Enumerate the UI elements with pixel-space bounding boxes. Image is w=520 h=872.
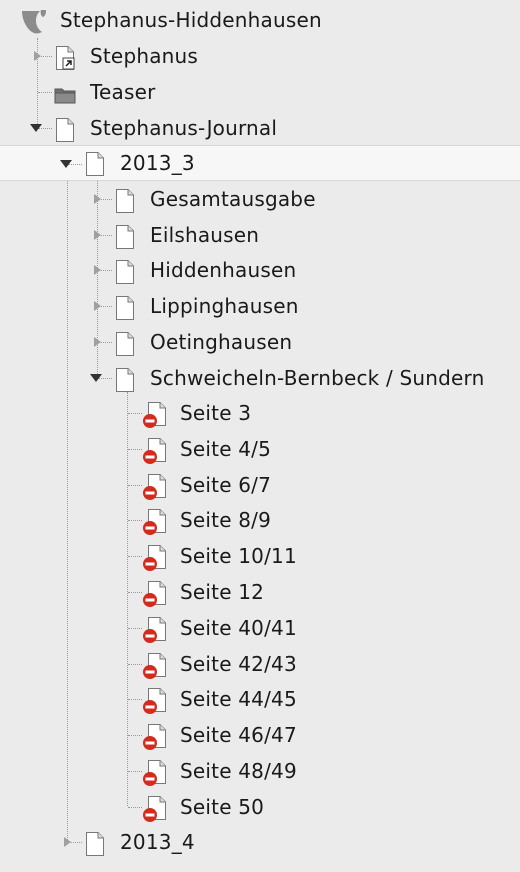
tree-node-label: Seite 8/9 <box>180 508 272 532</box>
page-icon <box>116 189 134 213</box>
page-icon <box>116 368 134 392</box>
page-hidden-icon <box>143 509 166 535</box>
page-icon <box>116 296 134 320</box>
expand-arrow-icon[interactable] <box>31 50 43 62</box>
tree-node-level4-4[interactable]: Seite 10/11 <box>0 538 520 574</box>
collapse-arrow-icon[interactable] <box>90 372 102 384</box>
page-hidden-icon <box>143 760 166 786</box>
tree-node-label: Stephanus <box>90 44 199 68</box>
tree-node-level4-11[interactable]: Seite 50 <box>0 789 520 825</box>
page-icon <box>116 260 134 284</box>
tree-node-2013-3[interactable]: 2013_3 <box>0 145 520 181</box>
tree-node-label: Lippinghausen <box>150 294 299 318</box>
tree-node-label: Seite 42/43 <box>180 652 297 676</box>
tree-node-label: Seite 10/11 <box>180 544 297 568</box>
tree-node-label: Seite 50 <box>180 795 265 819</box>
expand-arrow-icon[interactable] <box>91 193 103 205</box>
page-icon <box>86 832 104 856</box>
tree-node-level4-7[interactable]: Seite 42/43 <box>0 646 520 682</box>
page-hidden-icon <box>143 653 166 679</box>
typo3-logo-icon <box>22 10 46 34</box>
tree-node-level4-6[interactable]: Seite 40/41 <box>0 610 520 646</box>
tree-node-level4-8[interactable]: Seite 44/45 <box>0 681 520 717</box>
tree-node-2013-4[interactable]: 2013_4 <box>0 824 520 860</box>
tree-node-level4-10[interactable]: Seite 48/49 <box>0 753 520 789</box>
tree-node-label: Seite 3 <box>180 401 252 425</box>
tree-node-root[interactable]: Stephanus-Hiddenhausen <box>0 2 520 38</box>
tree-node-label: Schweicheln-Bernbeck / Sundern <box>150 366 485 390</box>
page-icon <box>56 118 74 142</box>
tree-node-level4-9[interactable]: Seite 46/47 <box>0 717 520 753</box>
page-hidden-icon <box>143 438 166 464</box>
collapse-arrow-icon[interactable] <box>30 122 42 134</box>
tree-node-level4-2[interactable]: Seite 6/7 <box>0 467 520 503</box>
tree-node-label: Hiddenhausen <box>150 258 297 282</box>
page-hidden-icon <box>143 617 166 643</box>
page-tree: Stephanus-Hiddenhausen Stephanus Teaser <box>0 0 520 872</box>
tree-node-label: Seite 6/7 <box>180 473 272 497</box>
tree-node-label: Stephanus-Hiddenhausen <box>60 8 322 32</box>
expand-arrow-icon[interactable] <box>61 836 73 848</box>
folder-icon <box>54 88 76 104</box>
expand-arrow-icon[interactable] <box>91 300 103 312</box>
page-hidden-icon <box>143 796 166 822</box>
tree-node-label: Stephanus-Journal <box>90 116 278 140</box>
tree-node-level3-4[interactable]: Oetinghausen <box>0 324 520 360</box>
tree-node-label: Eilshausen <box>150 223 260 247</box>
tree-node-label: Seite 4/5 <box>180 437 272 461</box>
page-shortcut-icon <box>56 46 75 70</box>
tree-node-level3-3[interactable]: Lippinghausen <box>0 288 520 324</box>
expand-arrow-icon[interactable] <box>91 229 103 241</box>
tree-node-label: Seite 44/45 <box>180 687 297 711</box>
page-icon <box>116 225 134 249</box>
tree-node-level4-5[interactable]: Seite 12 <box>0 574 520 610</box>
tree-node-stephanus-journal[interactable]: Stephanus-Journal <box>0 110 520 146</box>
page-hidden-icon <box>143 688 166 714</box>
tree-node-label: Seite 48/49 <box>180 759 297 783</box>
tree-node-label: 2013_4 <box>120 830 195 854</box>
collapse-arrow-icon[interactable] <box>60 158 72 170</box>
tree-node-level4-3[interactable]: Seite 8/9 <box>0 502 520 538</box>
tree-node-label: Oetinghausen <box>150 330 293 354</box>
page-hidden-icon <box>143 474 166 500</box>
page-hidden-icon <box>143 545 166 571</box>
tree-node-label: 2013_3 <box>120 151 195 175</box>
page-hidden-icon <box>143 581 166 607</box>
tree-node-stephanus[interactable]: Stephanus <box>0 38 520 74</box>
tree-node-level4-0[interactable]: Seite 3 <box>0 395 520 431</box>
expand-arrow-icon[interactable] <box>91 336 103 348</box>
page-hidden-icon <box>143 402 166 428</box>
page-hidden-icon <box>143 724 166 750</box>
tree-node-label: Seite 12 <box>180 580 265 604</box>
tree-node-level3-5[interactable]: Schweicheln-Bernbeck / Sundern <box>0 360 520 396</box>
page-icon <box>86 152 104 176</box>
tree-node-label: Seite 40/41 <box>180 616 297 640</box>
tree-node-level3-0[interactable]: Gesamtausgabe <box>0 181 520 217</box>
tree-node-level3-1[interactable]: Eilshausen <box>0 217 520 253</box>
tree-node-level4-1[interactable]: Seite 4/5 <box>0 431 520 467</box>
expand-arrow-icon[interactable] <box>91 264 103 276</box>
tree-node-label: Teaser <box>90 80 156 104</box>
page-icon <box>116 332 134 356</box>
tree-node-teaser[interactable]: Teaser <box>0 74 520 110</box>
tree-node-label: Gesamtausgabe <box>150 187 316 211</box>
tree-node-label: Seite 46/47 <box>180 723 297 747</box>
tree-node-level3-2[interactable]: Hiddenhausen <box>0 252 520 288</box>
